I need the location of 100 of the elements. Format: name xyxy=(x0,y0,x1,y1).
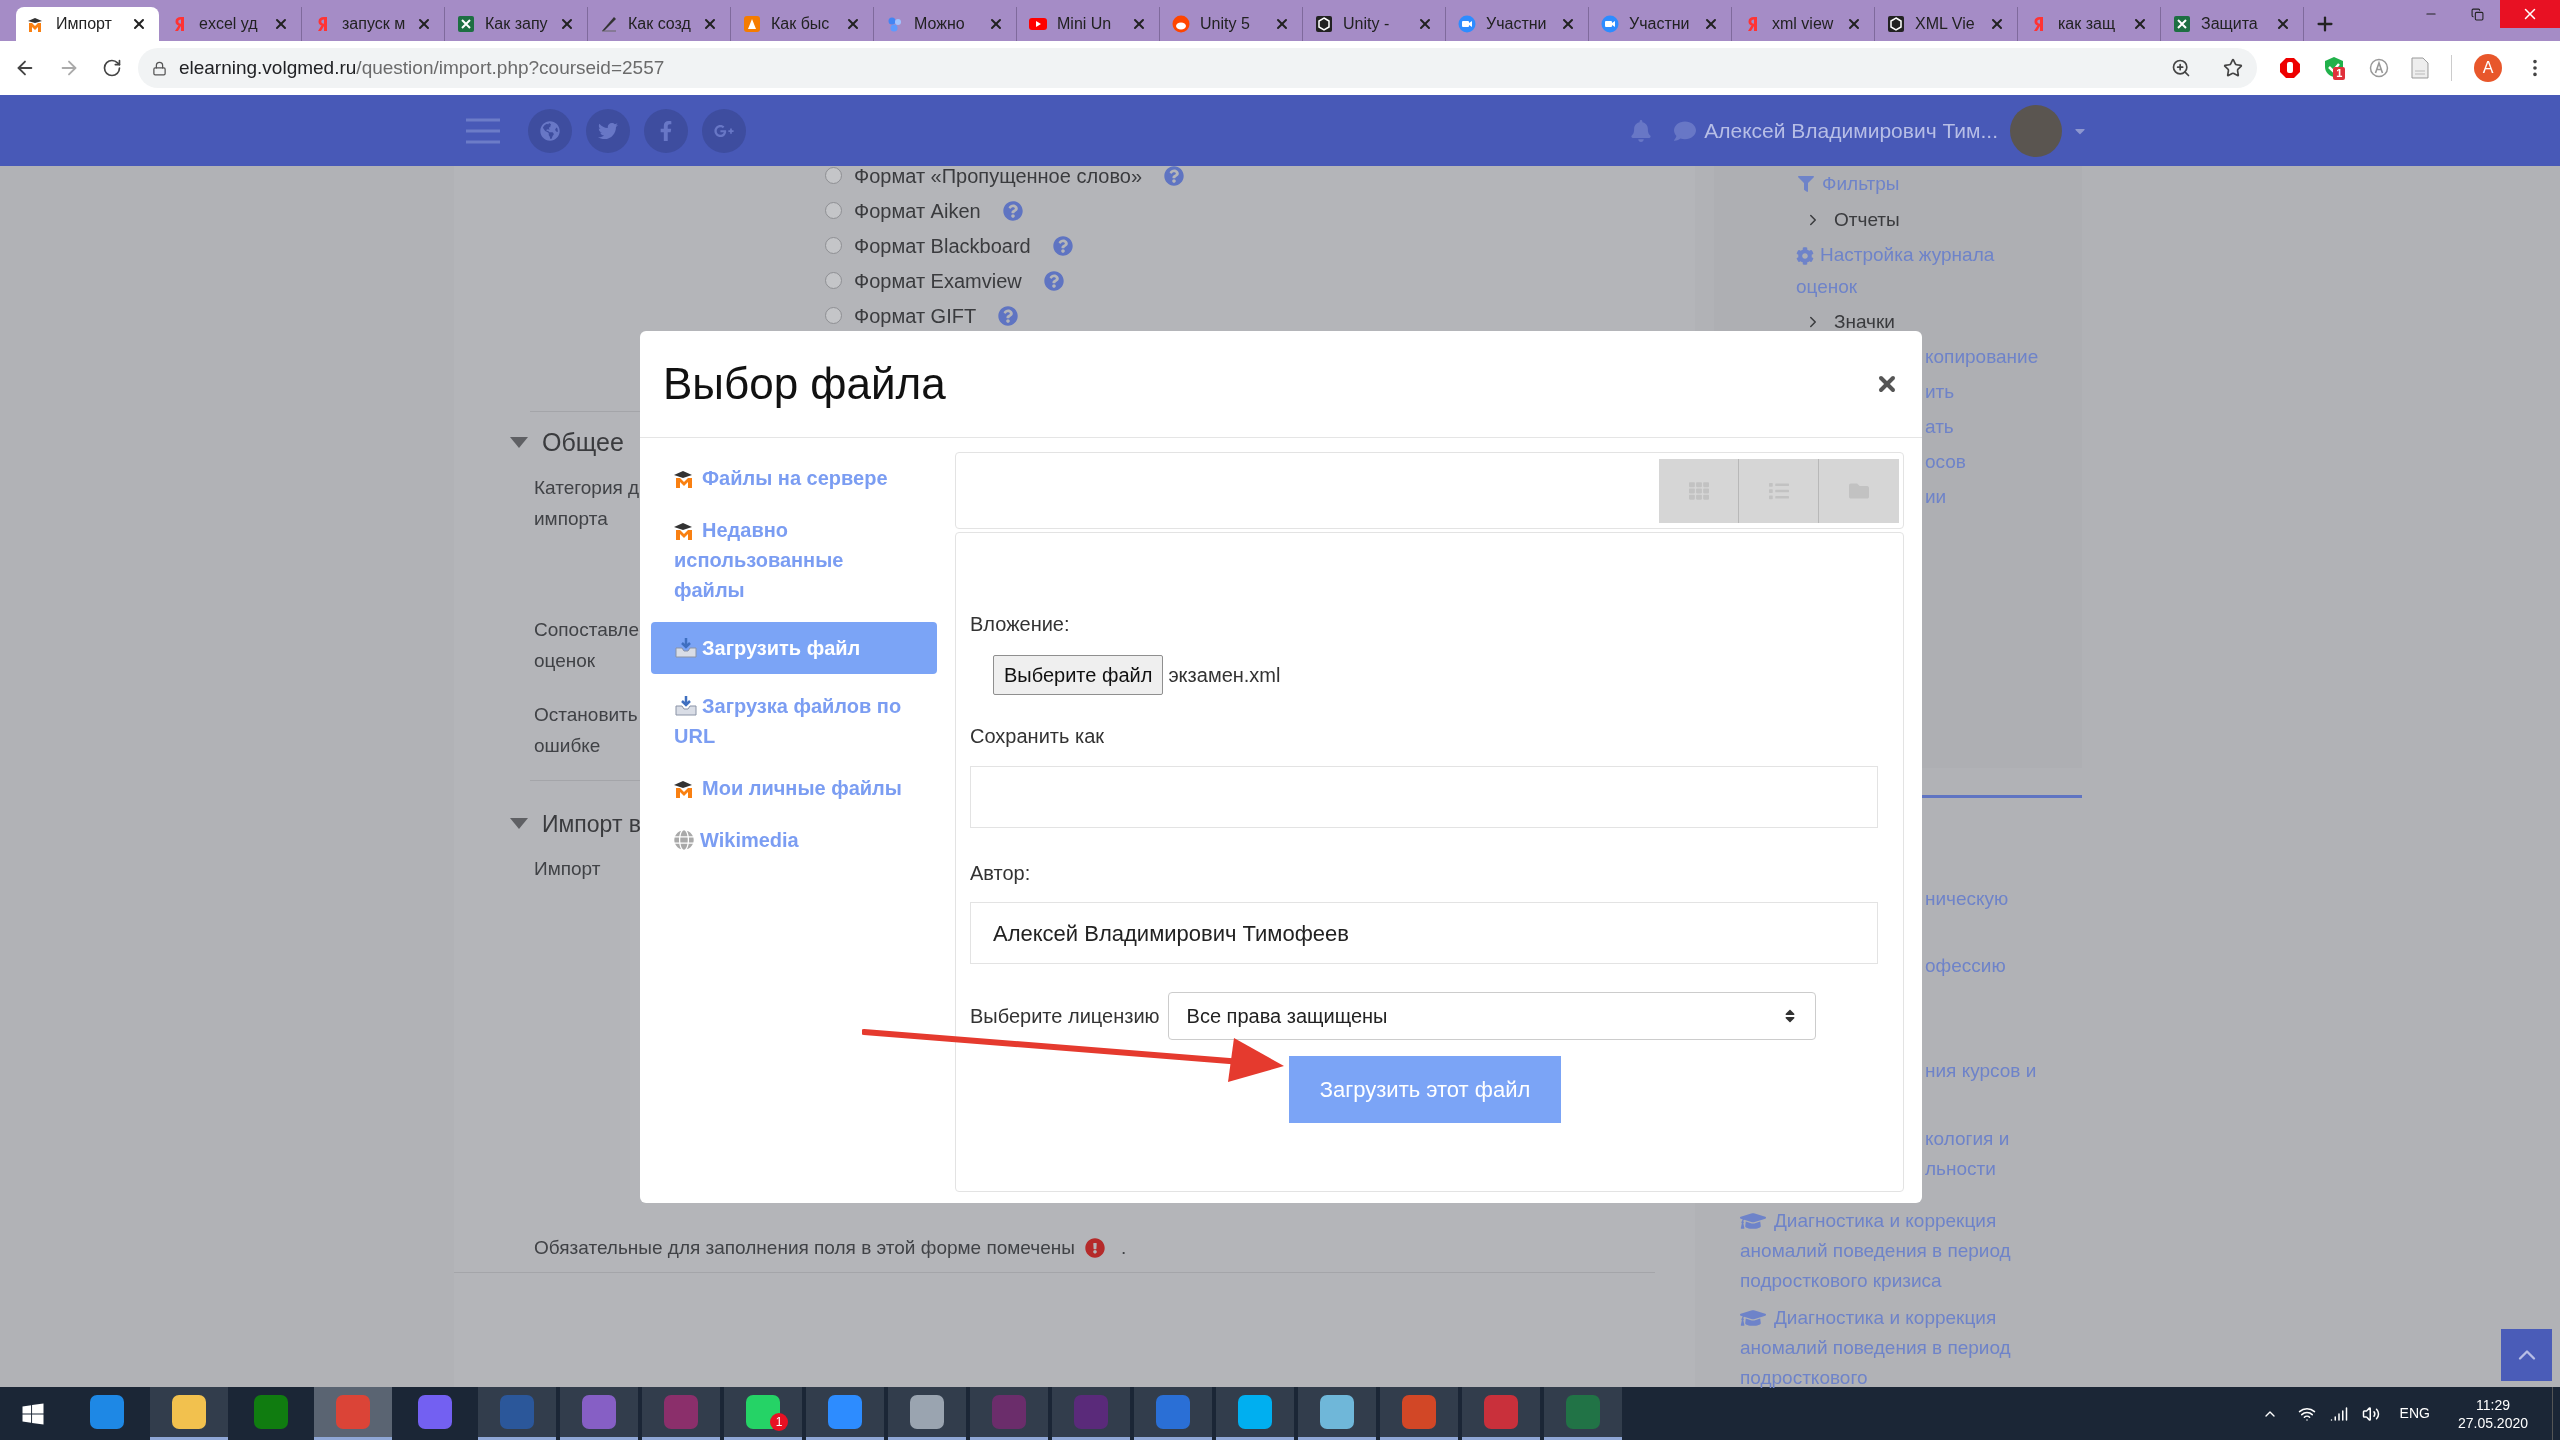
gear-icon xyxy=(1796,246,1814,265)
address-field[interactable]: elearning.volgmed.ru/question/import.php?courseid=2557 xyxy=(137,48,2258,88)
radio-button[interactable] xyxy=(825,167,842,184)
repository-link[interactable]: Мои личные файлы xyxy=(651,768,937,808)
repository-link[interactable]: Загрузить файл xyxy=(651,622,937,674)
format-label: Формат «Пропущенное слово» xyxy=(854,163,1143,189)
tab-title: как защ xyxy=(2058,14,2117,34)
notification-badge: 1 xyxy=(770,1413,788,1431)
field-label: импорта xyxy=(534,506,608,531)
radio-button[interactable] xyxy=(825,307,842,324)
sidebar-item[interactable]: Отчеты xyxy=(1834,205,1900,235)
repository-link[interactable]: Файлы на сервере xyxy=(651,458,937,498)
taskbar-app[interactable] xyxy=(1216,1387,1294,1440)
tab-title: Можно xyxy=(914,14,966,34)
format-label: Формат Aiken xyxy=(854,198,981,224)
radio-button[interactable] xyxy=(825,272,842,289)
note-period: . xyxy=(1120,1235,1127,1260)
license-select[interactable]: Все права защищены xyxy=(1167,992,1816,1040)
tab-title: Unity 5 xyxy=(1200,14,1251,34)
tab-title: Mini Un xyxy=(1057,14,1113,34)
taskbar-app[interactable] xyxy=(1380,1387,1458,1440)
tab-title: Участни xyxy=(1486,14,1548,34)
taskbar-app[interactable] xyxy=(1052,1387,1130,1440)
stop-hand-icon[interactable] xyxy=(2279,57,2302,79)
upload-file-button[interactable]: Загрузить этот файл xyxy=(1289,1056,1561,1123)
bookmark-star-icon[interactable] xyxy=(2223,58,2244,78)
help-icon[interactable] xyxy=(1164,165,1185,186)
favicon-icon xyxy=(743,15,761,33)
taskbar-app[interactable] xyxy=(1134,1387,1212,1440)
tab-title: Как запу xyxy=(485,14,549,34)
taskbar-app[interactable] xyxy=(1298,1387,1376,1440)
tab-title: Как созд xyxy=(628,14,692,34)
tab-title: Импорт xyxy=(56,14,113,34)
tab-title: Участни xyxy=(1629,14,1691,34)
upload-tray-icon xyxy=(674,694,698,716)
spreadsheet-icon xyxy=(457,15,475,33)
collapse-triangle-icon[interactable] xyxy=(510,818,528,830)
required-note: Обязательные для заполнения поля в этой форме помечены xyxy=(534,1235,1075,1260)
taskbar-app[interactable] xyxy=(1544,1387,1622,1440)
language-indicator[interactable]: ENG xyxy=(2399,1403,2430,1424)
repository-link[interactable]: Загрузка файлов по URL xyxy=(651,686,937,756)
globe-icon xyxy=(674,830,694,850)
format-label: Формат GIFT xyxy=(854,303,977,329)
favicon-icon xyxy=(1172,15,1190,33)
taskbar-app[interactable] xyxy=(642,1387,720,1440)
radio-button[interactable] xyxy=(825,237,842,254)
reload-icon[interactable] xyxy=(101,58,122,78)
cube-icon xyxy=(1315,15,1333,33)
taskbar-app[interactable] xyxy=(150,1387,228,1440)
radio-button[interactable] xyxy=(825,202,842,219)
taskbar-app[interactable] xyxy=(970,1387,1048,1440)
camera-icon xyxy=(1601,15,1619,33)
section-heading[interactable]: Импорт в xyxy=(542,806,642,841)
field-label: Сопоставле xyxy=(534,617,639,642)
filter-icon xyxy=(1798,176,1814,192)
pen-icon xyxy=(600,15,618,33)
taskbar-app[interactable] xyxy=(560,1387,638,1440)
favicon-icon xyxy=(886,15,904,33)
volume-icon[interactable] xyxy=(2361,1404,2380,1423)
browser-tab[interactable]: Импорт xyxy=(16,7,159,41)
upload-tray-icon xyxy=(674,636,698,658)
graduation-cap-icon xyxy=(1740,1210,1766,1232)
section-heading[interactable]: Общее xyxy=(542,424,624,462)
close-icon[interactable] xyxy=(131,16,147,32)
clock[interactable]: 11:29 27.05.2020 xyxy=(2457,1395,2528,1432)
collapse-triangle-icon[interactable] xyxy=(510,437,528,449)
repository-link[interactable]: Недавно использованные файлы xyxy=(651,510,937,610)
choose-file-button[interactable]: Выберите файл xyxy=(993,655,1164,695)
dialog-title: Выбор файла xyxy=(663,358,947,410)
zoom-icon[interactable] xyxy=(2171,58,2192,78)
field-label: оценок xyxy=(534,648,596,673)
profile-avatar[interactable]: A xyxy=(2474,54,2502,82)
circled-letter-icon[interactable] xyxy=(2369,58,2390,78)
author-field[interactable]: Алексей Владимирович Тимофеев xyxy=(970,902,1878,964)
play-icon xyxy=(1029,15,1047,33)
field-label: Сохранить как xyxy=(970,724,1105,749)
user-name[interactable]: Алексей Владимирович Тим... xyxy=(1704,114,1998,147)
tab-title: запуск м xyxy=(342,14,406,34)
field-label: Выберите лицензию xyxy=(970,1004,1160,1029)
url-host: elearning.volgmed.ru xyxy=(178,56,357,78)
url-path: /question/import.php?courseid=2557 xyxy=(356,56,665,78)
windows-logo-icon xyxy=(21,1401,45,1426)
field-label: Категория д xyxy=(534,475,640,500)
repository-link[interactable]: Wikimedia xyxy=(651,820,937,860)
taskbar-app[interactable] xyxy=(888,1387,966,1440)
format-label: Формат Examview xyxy=(854,268,1022,294)
tab-title: Unity - xyxy=(1343,14,1391,34)
lock-icon xyxy=(151,60,167,76)
taskbar-app[interactable] xyxy=(806,1387,884,1440)
save-as-field[interactable] xyxy=(970,766,1878,828)
taskbar-app[interactable] xyxy=(478,1387,556,1440)
tab-title: Защита xyxy=(2201,14,2259,34)
taskbar-app[interactable]: 1 xyxy=(724,1387,802,1440)
select-value: Все права защищены xyxy=(1186,1004,1389,1029)
spreadsheet-icon xyxy=(2173,15,2191,33)
signal-icon[interactable] xyxy=(2329,1404,2348,1423)
field-label: Вложение: xyxy=(970,612,1071,637)
bird-icon xyxy=(598,120,618,141)
field-label: ошибке xyxy=(534,733,601,758)
taskbar-app[interactable] xyxy=(1462,1387,1540,1440)
